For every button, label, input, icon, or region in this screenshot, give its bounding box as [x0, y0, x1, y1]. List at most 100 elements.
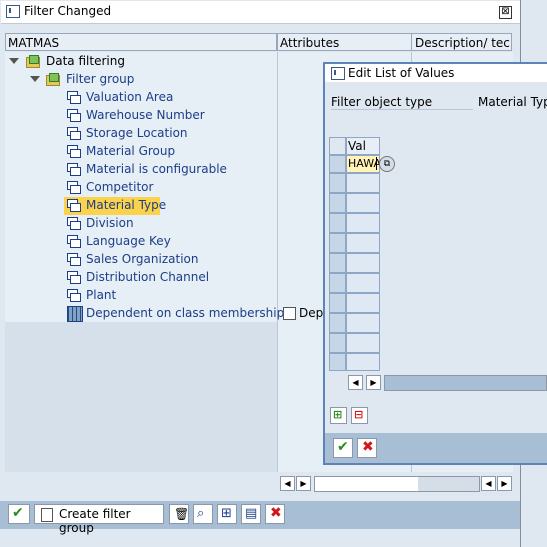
row-selector[interactable] [329, 293, 346, 313]
filter-object-type-value: Material Type [478, 95, 547, 109]
value-cell-input[interactable] [346, 233, 380, 253]
filter-object-icon [67, 127, 81, 140]
tree-item-competitor[interactable]: Competitor [86, 178, 153, 196]
row-selector[interactable] [329, 333, 346, 353]
dialog-cancel-button[interactable]: ✖ [357, 438, 377, 458]
search-button[interactable]: ⌕ [193, 504, 213, 524]
scroll-left-icon[interactable]: ◀ [280, 476, 295, 491]
filter-object-icon [67, 109, 81, 122]
tree-item-valuation-area[interactable]: Valuation Area [86, 88, 173, 106]
tree-node-data-filtering[interactable]: Data filtering [46, 52, 125, 70]
filter-object-icon [67, 253, 81, 266]
row-selector[interactable] [329, 173, 346, 193]
value-cell-input[interactable] [346, 313, 380, 333]
tree-item-distribution-channel[interactable]: Distribution Channel [86, 268, 209, 286]
create-filter-group-button[interactable]: Create filter group [34, 504, 164, 535]
collapse-group-icon[interactable] [30, 76, 40, 82]
filter-object-icon [67, 181, 81, 194]
trash-icon: 🗑 [174, 507, 190, 521]
magnifier-icon: ⌕ [197, 506, 205, 521]
window-edit-icon [6, 5, 20, 18]
check-icon: ✔ [337, 439, 349, 455]
label-underline [331, 109, 473, 110]
close-icon[interactable]: ⊠ [499, 6, 512, 19]
value-cell-input[interactable] [346, 213, 380, 233]
text-cursor [376, 157, 377, 170]
dependent-checkbox-label: Dep [299, 306, 324, 320]
create-filter-group-label: Create filter group [59, 507, 131, 535]
filter-object-icon [67, 199, 81, 212]
filter-object-icon [67, 145, 81, 158]
dialog-scroll-right-icon[interactable]: ▶ [366, 375, 381, 390]
dialog-scroll-left-icon[interactable]: ◀ [348, 375, 363, 390]
filter-object-icon [67, 289, 81, 302]
insert-button[interactable]: ⊞ [217, 504, 237, 524]
filter-object-icon [67, 235, 81, 248]
cancel-x-icon: ✖ [270, 505, 282, 521]
tree-item-dependent-on-class-membership[interactable]: Dependent on class membership [86, 304, 284, 322]
value-cell-input[interactable] [346, 253, 380, 273]
dialog-horizontal-scrollbar[interactable] [384, 375, 547, 391]
window-title: Filter Changed [24, 4, 112, 18]
scroll-left-icon[interactable]: ◀ [481, 476, 496, 491]
column-header-attributes-label: Attributes [280, 36, 340, 50]
filter-group-folder-icon [46, 73, 60, 86]
delete-row-icon: ⊟ [354, 408, 364, 421]
row-selector[interactable] [329, 193, 346, 213]
row-selector[interactable] [329, 313, 346, 333]
tree-item-language-key[interactable]: Language Key [86, 232, 171, 250]
check-icon: ✔ [12, 505, 24, 521]
tree-item-material-type[interactable]: Material Type [86, 196, 166, 214]
delete-row-button[interactable]: ⊟ [351, 407, 368, 424]
cancel-button[interactable]: ✖ [265, 504, 285, 524]
filter-object-icon [67, 163, 81, 176]
dialog-confirm-button[interactable]: ✔ [333, 438, 353, 458]
data-filtering-folder-icon [26, 55, 40, 68]
row-selector[interactable] [329, 253, 346, 273]
dialog-edit-icon [331, 67, 345, 80]
dependent-checkbox[interactable] [283, 307, 296, 320]
row-selector[interactable] [329, 273, 346, 293]
confirm-button[interactable]: ✔ [8, 504, 30, 524]
value-cell-input[interactable] [346, 273, 380, 293]
value-cell-input[interactable] [346, 293, 380, 313]
tree-item-material-group[interactable]: Material Group [86, 142, 175, 160]
tree-item-storage-location[interactable]: Storage Location [86, 124, 188, 142]
value-help-icon[interactable]: ⧉ [379, 156, 395, 172]
tree-item-warehouse-number[interactable]: Warehouse Number [86, 106, 205, 124]
row-select-all[interactable] [329, 137, 346, 155]
edit-button[interactable]: ▤ [241, 504, 261, 524]
class-membership-grid-icon [67, 306, 83, 322]
insert-row-icon: ⊞ [333, 408, 343, 421]
column-header-description-label: Description/ tec [415, 36, 510, 50]
filter-object-icon [67, 271, 81, 284]
scroll-right-icon[interactable]: ▶ [497, 476, 512, 491]
tree-item-plant[interactable]: Plant [86, 286, 116, 304]
cancel-x-icon: ✖ [362, 439, 374, 455]
row-selector[interactable] [329, 213, 346, 233]
tree-item-sales-organization[interactable]: Sales Organization [86, 250, 198, 268]
scrollbar-thumb[interactable] [315, 477, 418, 491]
tree-item-material-is-configurable[interactable]: Material is configurable [86, 160, 227, 178]
insert-row-button[interactable]: ⊞ [330, 407, 347, 424]
scroll-right-icon[interactable]: ▶ [296, 476, 311, 491]
value-cell-input[interactable] [346, 173, 380, 193]
value-cell-input[interactable] [346, 193, 380, 213]
insert-icon: ⊞ [221, 506, 232, 521]
edit-list-icon: ▤ [245, 506, 258, 521]
dialog-title: Edit List of Values [348, 66, 455, 80]
filter-object-icon [67, 217, 81, 230]
tree-node-filter-group[interactable]: Filter group [66, 70, 134, 88]
row-selector[interactable] [329, 353, 346, 371]
delete-button[interactable]: 🗑 [169, 504, 189, 524]
tree-panel-empty-area [5, 322, 277, 472]
column-header-matmas-label: MATMAS [8, 36, 60, 50]
row-selector[interactable] [329, 155, 346, 173]
value-cell-input[interactable] [346, 353, 380, 371]
values-column-header-label: Val [348, 139, 366, 153]
filter-object-icon [67, 91, 81, 104]
tree-item-division[interactable]: Division [86, 214, 134, 232]
row-selector[interactable] [329, 233, 346, 253]
collapse-root-icon[interactable] [9, 58, 19, 64]
value-cell-input[interactable] [346, 333, 380, 353]
